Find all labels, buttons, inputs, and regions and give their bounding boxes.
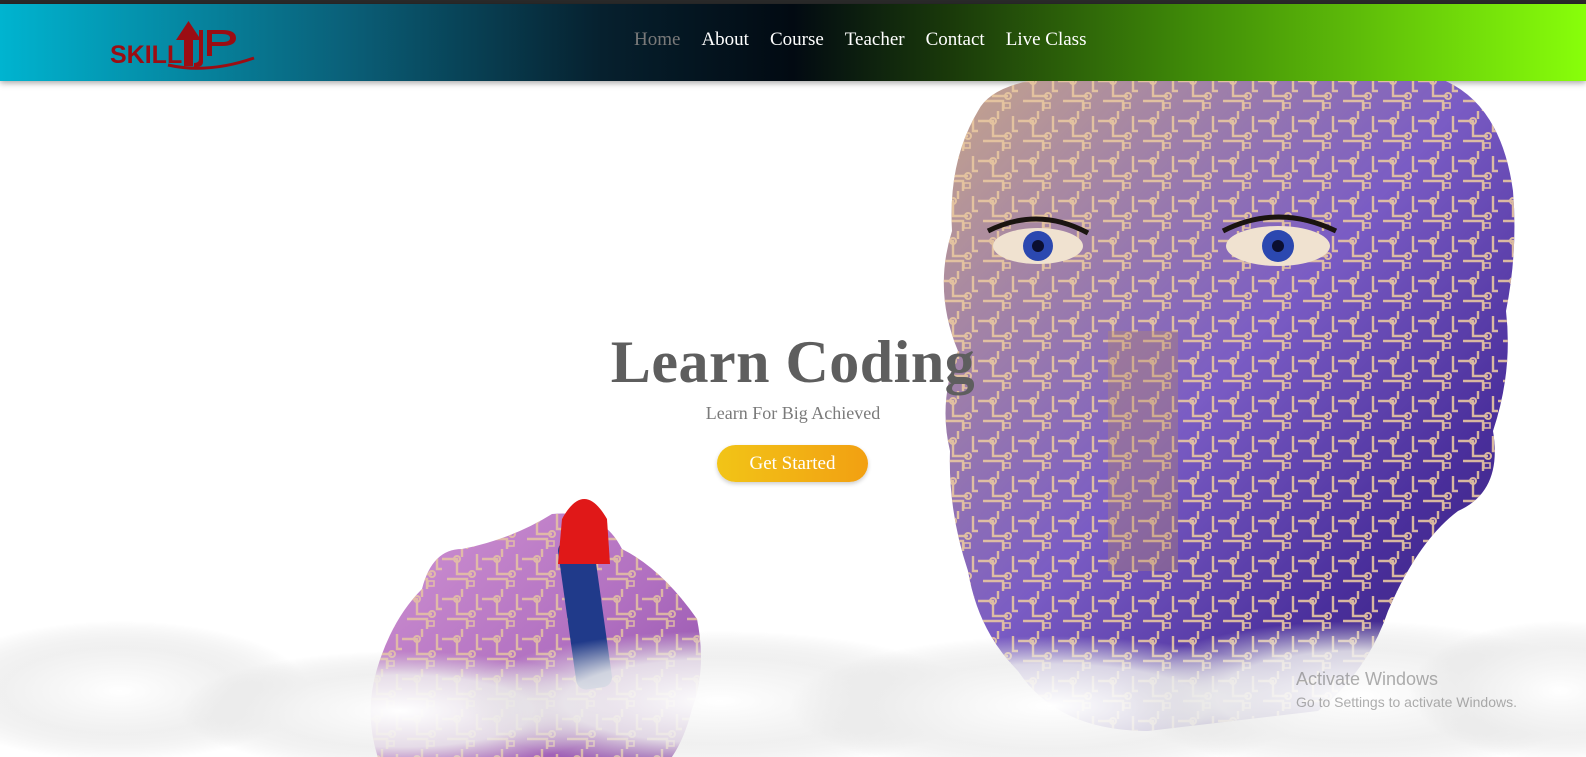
get-started-button[interactable]: Get Started bbox=[717, 445, 868, 482]
navbar: SKILL Home About Course Teacher Contact … bbox=[0, 4, 1586, 81]
main-nav: Home About Course Teacher Contact Live C… bbox=[634, 29, 1086, 51]
nav-live-class[interactable]: Live Class bbox=[1006, 29, 1087, 51]
logo-letter-p bbox=[207, 30, 236, 56]
nav-contact[interactable]: Contact bbox=[926, 29, 985, 51]
nav-about[interactable]: About bbox=[701, 29, 749, 51]
nav-course[interactable]: Course bbox=[770, 29, 824, 51]
nav-teacher[interactable]: Teacher bbox=[845, 29, 905, 51]
skillup-logo[interactable]: SKILL bbox=[108, 18, 264, 70]
hero-section: Learn Coding Learn For Big Achieved Get … bbox=[0, 81, 1586, 757]
windows-activation-watermark: Activate Windows Go to Settings to activ… bbox=[1296, 669, 1517, 710]
hero-subtitle: Learn For Big Achieved bbox=[705, 403, 881, 423]
watermark-title: Activate Windows bbox=[1296, 669, 1439, 689]
nav-home[interactable]: Home bbox=[634, 29, 680, 51]
hero-title: Learn Coding bbox=[610, 329, 976, 395]
watermark-subtitle: Go to Settings to activate Windows. bbox=[1296, 694, 1517, 710]
marker-cap bbox=[558, 499, 610, 564]
